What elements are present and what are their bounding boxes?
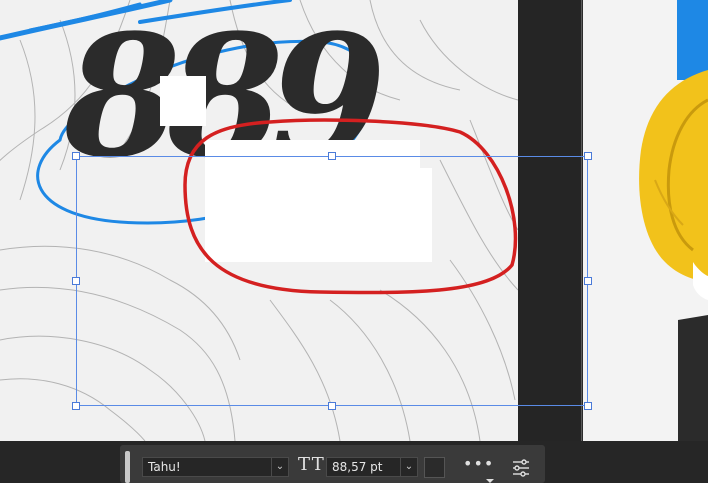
resize-handle-middle-right[interactable] (584, 277, 592, 285)
sliders-icon[interactable] (510, 457, 532, 479)
yellow-jacket-photo (639, 70, 708, 441)
contextual-text-toolbar: Tahu! ⌄ T T 88,57 pt ⌄ ••• (120, 445, 545, 483)
artboard-right[interactable] (583, 0, 708, 441)
font-family-value: Tahu! (148, 460, 181, 474)
font-family-dropdown[interactable]: Tahu! ⌄ (142, 457, 289, 477)
resize-handle-bottom-right[interactable] (584, 402, 592, 410)
text-color-swatch[interactable] (424, 457, 445, 478)
resize-handle-top-right[interactable] (584, 152, 592, 160)
text-bounding-box[interactable] (72, 152, 592, 410)
resize-handle-bottom-center[interactable] (328, 402, 336, 410)
more-options-caret-icon (486, 479, 494, 483)
font-size-dropdown[interactable]: 88,57 pt ⌄ (326, 457, 418, 477)
resize-handle-bottom-left[interactable] (72, 402, 80, 410)
chevron-down-icon[interactable]: ⌄ (400, 458, 417, 476)
resize-handle-middle-left[interactable] (72, 277, 80, 285)
more-options-icon[interactable]: ••• (463, 454, 494, 473)
resize-handle-top-center[interactable] (328, 152, 336, 160)
font-size-value: 88,57 pt (332, 460, 383, 474)
toolbar-drag-handle[interactable] (125, 451, 130, 483)
text-size-icon: T T (298, 454, 324, 475)
chevron-down-icon[interactable]: ⌄ (271, 458, 288, 476)
document-canvas[interactable]: 889 (0, 0, 708, 441)
resize-handle-top-left[interactable] (72, 152, 80, 160)
